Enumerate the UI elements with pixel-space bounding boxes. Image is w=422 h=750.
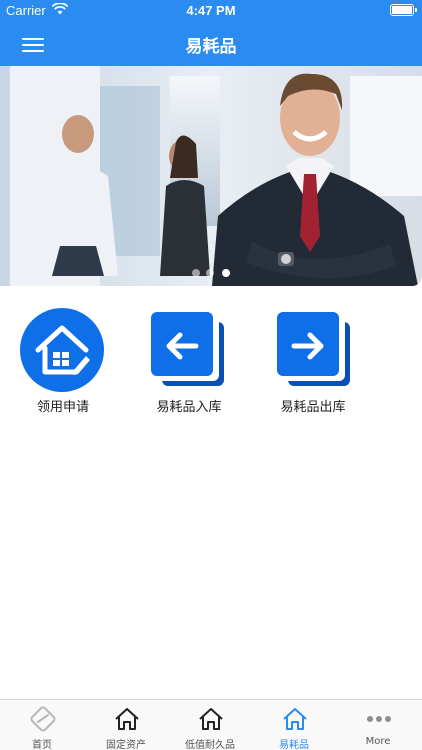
house-icon <box>115 708 139 730</box>
carousel-indicator <box>188 269 238 279</box>
arrow-left-icon <box>151 312 224 386</box>
tab-home-label: 首页 <box>32 740 52 750</box>
stock-out-label: 易耗品出库 <box>280 400 346 415</box>
battery-icon <box>390 4 417 16</box>
home-logo-icon <box>30 706 56 732</box>
carousel-dot[interactable] <box>192 269 200 277</box>
tab-bar: 首页 固定资产 低值耐久品 易耗品 More <box>0 699 422 750</box>
nav-bar: 易耗品 <box>0 22 422 66</box>
house-icon <box>199 708 223 730</box>
tab-more[interactable]: More <box>336 700 420 750</box>
clock: 4:47 PM <box>186 3 236 18</box>
more-dots-icon <box>367 716 391 722</box>
house-edit-icon <box>35 325 90 375</box>
tab-fixed-assets[interactable]: 固定资产 <box>84 700 168 750</box>
stock-in-label: 易耗品入库 <box>156 400 222 415</box>
tab-consumables[interactable]: 易耗品 <box>252 700 336 750</box>
requisition-label: 领用申请 <box>36 400 89 415</box>
banner-photo <box>0 66 422 286</box>
tab-durables-label: 低值耐久品 <box>185 740 235 750</box>
arrow-right-icon <box>277 312 350 386</box>
tab-more-label: More <box>365 736 391 747</box>
tab-home[interactable]: 首页 <box>0 700 84 750</box>
tab-consumables-label: 易耗品 <box>279 740 309 750</box>
house-icon <box>283 708 307 730</box>
requisition-icon-background <box>20 308 104 392</box>
tab-fixed-assets-label: 固定资产 <box>106 740 146 750</box>
banner-carousel[interactable] <box>0 66 422 286</box>
carousel-dot-active[interactable] <box>222 269 230 277</box>
tab-durables[interactable]: 低值耐久品 <box>168 700 252 750</box>
header: Carrier 4:47 PM 易耗品 <box>0 0 422 66</box>
carousel-dot[interactable] <box>206 269 214 277</box>
status-bar: Carrier 4:47 PM <box>0 0 422 22</box>
page-title: 易耗品 <box>185 37 237 57</box>
